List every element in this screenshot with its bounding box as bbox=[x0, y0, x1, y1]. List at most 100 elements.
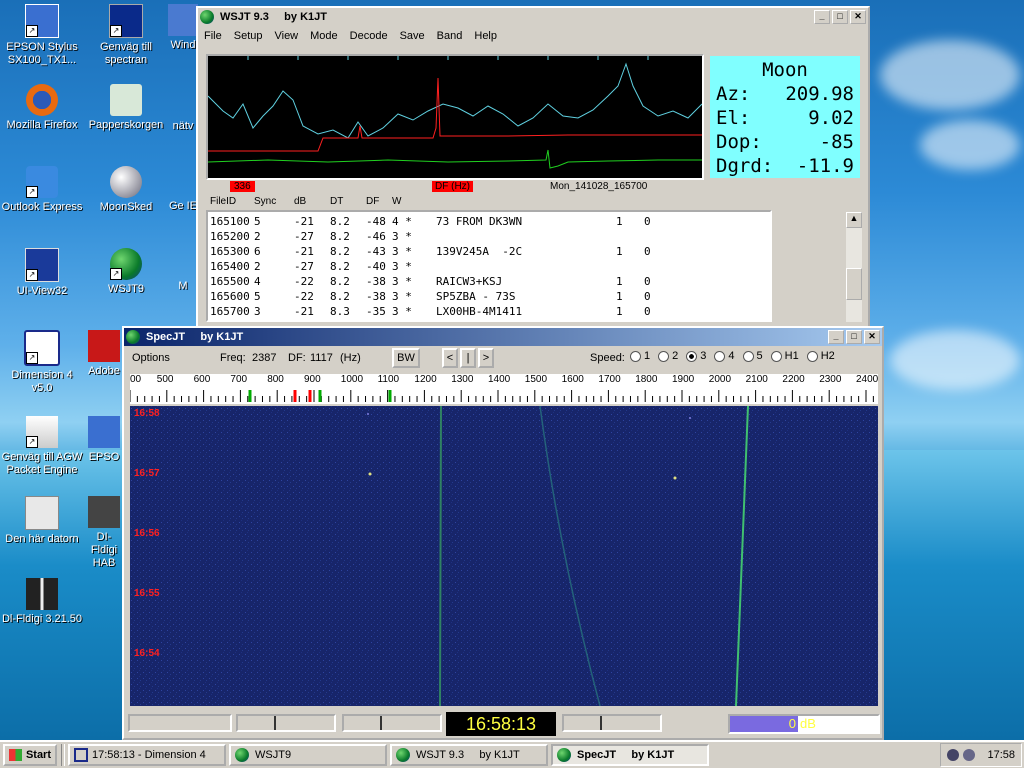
speed-radio-h1[interactable]: H1 bbox=[770, 350, 799, 362]
desktop-icon-fldigi[interactable]: Dl-Fldigi 3.21.50 bbox=[0, 578, 84, 626]
cell-message bbox=[436, 229, 616, 244]
desktop-icon-spectran[interactable]: ↗ Genväg till spectran bbox=[84, 4, 168, 67]
frequency-tick-label: 500 bbox=[156, 374, 174, 385]
task-label: SpecJT by K1JT bbox=[577, 749, 675, 761]
desktop-icon-adobe[interactable]: Adobe bbox=[84, 330, 124, 378]
cell-df: -38 bbox=[366, 290, 386, 303]
wsjt-spectrum-plot[interactable] bbox=[206, 54, 704, 180]
menu-decode[interactable]: Decode bbox=[344, 30, 394, 42]
desktop-icon-computer[interactable]: Den här datorn bbox=[0, 496, 84, 546]
decode-row[interactable]: 165400 2 -27 8.2 -40 3 * bbox=[210, 259, 768, 274]
options-menu[interactable]: Options bbox=[132, 352, 170, 364]
task-specjt[interactable]: SpecJT by K1JT bbox=[551, 744, 709, 766]
specjt-bottom-bar: 16:58:13 0 dB bbox=[128, 712, 880, 736]
decode-row[interactable]: 165700 3 -21 8.3 -35 3 * LX00HB-4M1411 1 0 bbox=[210, 304, 768, 319]
task-wsjt93[interactable]: WSJT 9.3 by K1JT bbox=[390, 744, 548, 766]
col-w: W bbox=[392, 196, 402, 207]
desktop-icon-epson[interactable]: ↗ EPSON Stylus SX100_TX1... bbox=[0, 4, 84, 67]
desktop-icon-label: Genväg till AGW Packet Engine bbox=[1, 451, 83, 476]
radio-icon bbox=[770, 350, 782, 362]
speed-radio-3[interactable]: 3 bbox=[686, 350, 706, 362]
desktop-icon-wind[interactable]: Wind bbox=[168, 4, 198, 52]
speed-radio-5[interactable]: 5 bbox=[742, 350, 763, 362]
desktop-icon-wsjt9[interactable]: ↗ WSJT9 bbox=[84, 248, 168, 296]
desktop-icon-fldigi-hab[interactable]: DI-Fldigi HAB bbox=[84, 496, 124, 570]
desktop-icon-outlook[interactable]: ↗ Outlook Express bbox=[0, 166, 84, 214]
radio-icon bbox=[714, 350, 726, 362]
desktop-icon-firefox[interactable]: Mozilla Firefox bbox=[0, 84, 84, 132]
close-button[interactable]: ✕ bbox=[864, 330, 880, 344]
desktop-icon-ge[interactable]: Ge IE bbox=[168, 200, 198, 213]
decode-row[interactable]: 165200 2 -27 8.2 -46 3 * bbox=[210, 229, 768, 244]
time-label: 16:58 bbox=[134, 408, 160, 419]
cell-fileid: 165100 bbox=[210, 215, 250, 228]
menu-view[interactable]: View bbox=[268, 30, 304, 42]
globe-icon: ↗ bbox=[110, 248, 142, 280]
level-value: 0 bbox=[788, 716, 796, 731]
desktop-icon-m[interactable]: M bbox=[168, 280, 198, 293]
start-button[interactable]: Start bbox=[3, 744, 57, 766]
cloud bbox=[920, 120, 1020, 170]
slider-thumb[interactable] bbox=[380, 716, 382, 730]
cell-fileid: 165500 bbox=[210, 275, 250, 288]
cell-dt: 8.3 bbox=[330, 305, 350, 318]
utc-clock: 16:58:13 bbox=[446, 712, 556, 736]
nav-right-button[interactable]: > bbox=[478, 348, 494, 368]
speed-radio-4[interactable]: 4 bbox=[714, 350, 735, 362]
tray-icon-1[interactable] bbox=[947, 749, 960, 761]
close-button[interactable]: ✕ bbox=[850, 10, 866, 24]
decode-row[interactable]: 165600 5 -22 8.2 -38 3 * SP5ZBA - 73S 1 0 bbox=[210, 289, 768, 304]
waterfall-display[interactable]: 16:58 16:57 16:56 16:55 16:54 bbox=[130, 406, 878, 706]
specjt-titlebar[interactable]: SpecJT by K1JT _ □ ✕ bbox=[124, 328, 882, 346]
scroll-up-button[interactable]: ▲ bbox=[846, 212, 862, 228]
moon-az-label: Az: bbox=[716, 83, 751, 105]
desktop-icon-recycle[interactable]: Papperskorgen bbox=[84, 84, 168, 132]
wsjt-title: WSJT 9.3 by K1JT bbox=[220, 11, 327, 23]
decode-row[interactable]: 165100 5 -21 8.2 -48 4 * 73 FROM DK3WN 1 0 bbox=[210, 214, 768, 229]
tray-icon-2[interactable] bbox=[963, 749, 976, 761]
minimize-button[interactable]: _ bbox=[828, 330, 844, 344]
cell-w: 3 * bbox=[392, 305, 412, 318]
cell-message: 139V245A -2C bbox=[436, 245, 523, 258]
globe-icon bbox=[396, 748, 410, 762]
nav-left-button[interactable]: < bbox=[442, 348, 458, 368]
speed-radio-h2[interactable]: H2 bbox=[806, 350, 835, 362]
slider-4[interactable] bbox=[562, 714, 662, 732]
tray-clock[interactable]: 17:58 bbox=[987, 749, 1015, 761]
slider-thumb[interactable] bbox=[274, 716, 276, 730]
menu-mode[interactable]: Mode bbox=[304, 30, 344, 42]
speed-option-label: H2 bbox=[820, 350, 835, 362]
desktop-icon-dimension4[interactable]: ↗ Dimension 4 v5.0 bbox=[0, 330, 84, 395]
maximize-button[interactable]: □ bbox=[832, 10, 848, 24]
bw-button[interactable]: BW bbox=[392, 348, 420, 368]
task-dimension4[interactable]: 17:58:13 - Dimension 4 bbox=[68, 744, 226, 766]
menu-help[interactable]: Help bbox=[468, 30, 503, 42]
cell-db: -27 bbox=[294, 260, 314, 273]
menu-save[interactable]: Save bbox=[394, 30, 431, 42]
task-wsjt9[interactable]: WSJT9 bbox=[229, 744, 387, 766]
slider-3[interactable] bbox=[342, 714, 442, 732]
slider-1[interactable] bbox=[128, 714, 232, 732]
wsjt-titlebar[interactable]: WSJT 9.3 by K1JT _ □ ✕ bbox=[198, 8, 868, 26]
minimize-button[interactable]: _ bbox=[814, 10, 830, 24]
desktop-icon-natv[interactable]: nätv bbox=[168, 120, 198, 133]
frequency-tick-label: 1700 bbox=[598, 374, 621, 385]
decode-row[interactable]: 165500 4 -22 8.2 -38 3 * RAICW3+KSJ 1 0 bbox=[210, 274, 768, 289]
desktop-icon-uiview[interactable]: ↗ UI-View32 bbox=[0, 248, 84, 298]
desktop-icon-epso[interactable]: EPSO bbox=[84, 416, 124, 464]
menu-band[interactable]: Band bbox=[431, 30, 469, 42]
menu-setup[interactable]: Setup bbox=[228, 30, 269, 42]
speed-radio-1[interactable]: 1 bbox=[630, 350, 650, 362]
menu-file[interactable]: File bbox=[198, 30, 228, 42]
maximize-button[interactable]: □ bbox=[846, 330, 862, 344]
speed-radio-2[interactable]: 2 bbox=[658, 350, 678, 362]
scroll-thumb[interactable] bbox=[846, 268, 862, 300]
decode-row[interactable]: 165300 6 -21 8.2 -43 3 * 139V245A -2C 1 0 bbox=[210, 244, 768, 259]
slider-thumb[interactable] bbox=[600, 716, 602, 730]
decode-list[interactable]: 165100 5 -21 8.2 -48 4 * 73 FROM DK3WN 1 0 165200… bbox=[206, 210, 772, 322]
desktop-icon-moonsked[interactable]: MoonSked bbox=[84, 166, 168, 214]
nav-center-button[interactable]: | bbox=[460, 348, 476, 368]
desktop-icon-agw[interactable]: ↗ Genväg till AGW Packet Engine bbox=[0, 416, 84, 477]
decode-scrollbar[interactable]: ▲ bbox=[846, 212, 862, 322]
slider-2[interactable] bbox=[236, 714, 336, 732]
